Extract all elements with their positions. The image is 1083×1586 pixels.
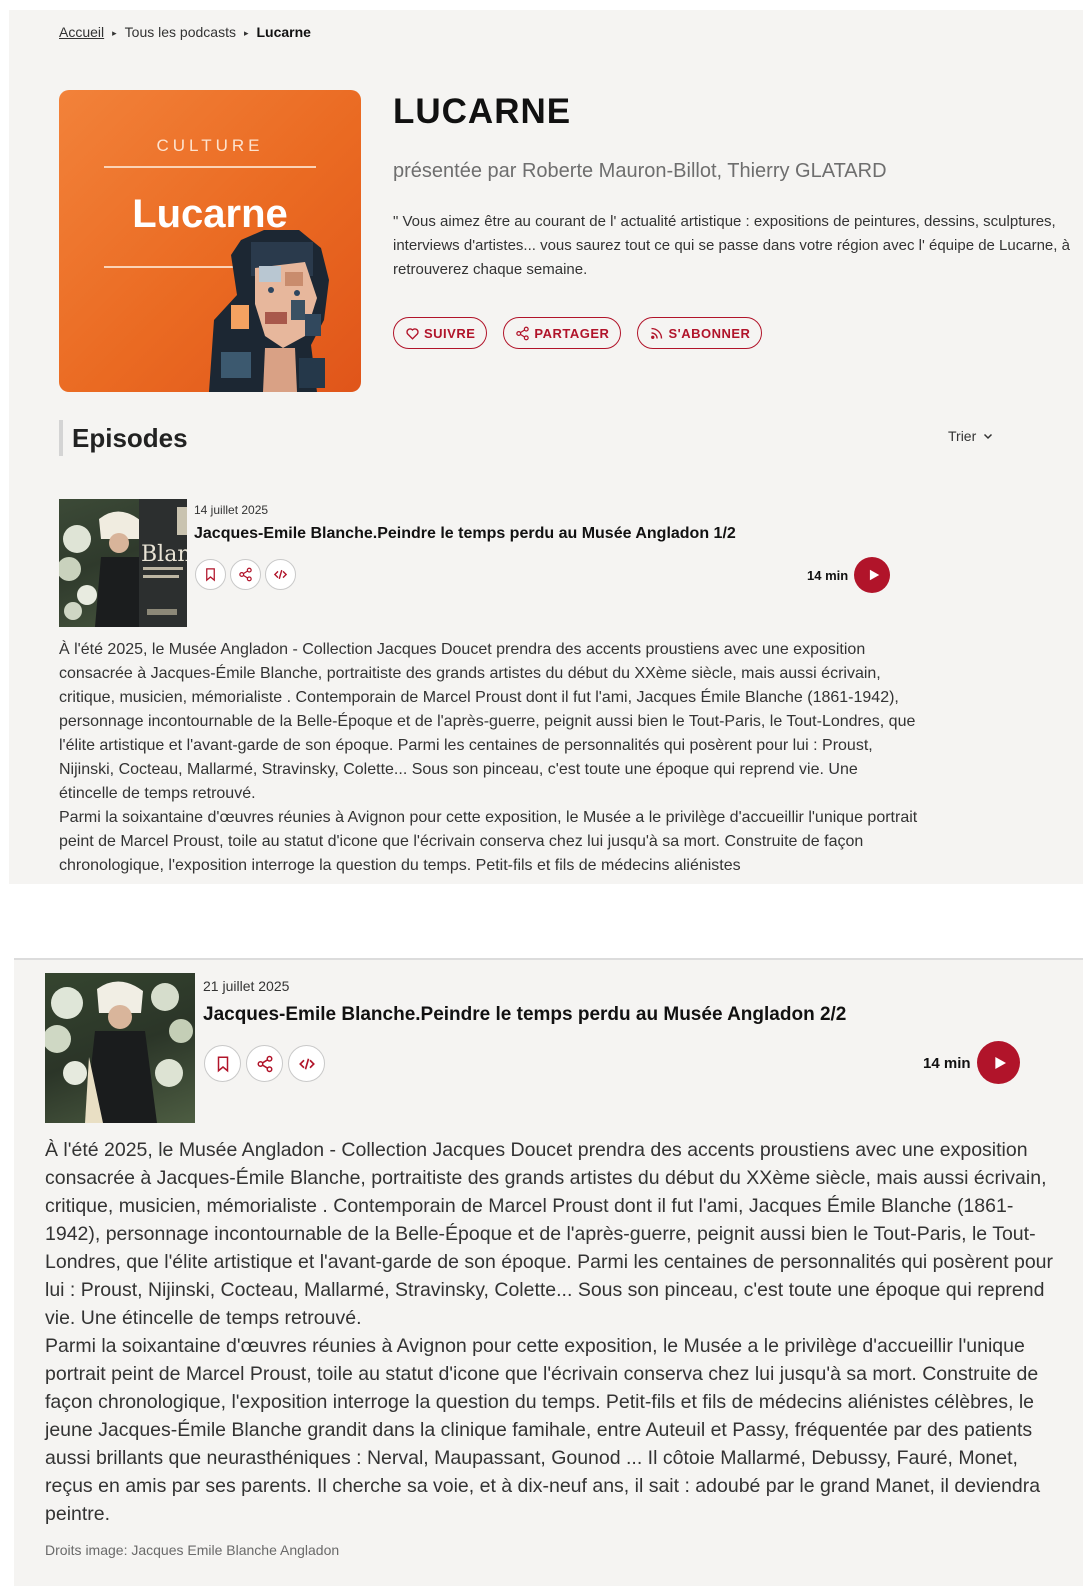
bookmark-icon xyxy=(203,567,218,582)
episode-duration: 14 min xyxy=(923,1055,971,1072)
embed-button[interactable] xyxy=(288,1045,325,1082)
breadcrumb-separator-icon: ▸ xyxy=(243,28,249,38)
follow-button-label: SUIVRE xyxy=(424,325,476,341)
bookmark-icon xyxy=(214,1055,232,1073)
bookmark-button[interactable] xyxy=(204,1045,241,1082)
podcast-title: LUCARNE xyxy=(393,92,572,131)
breadcrumb-current: Lucarne xyxy=(256,24,311,40)
subscribe-button[interactable]: S'ABONNER xyxy=(637,317,763,349)
share-button-label: PARTAGER xyxy=(534,325,610,341)
episode-title[interactable]: Jacques-Emile Blanche.Peindre le temps p… xyxy=(203,1004,846,1026)
podcast-page-episode: 21 juillet 2025 Jacques-Emile Blanche.Pe… xyxy=(14,958,1083,1586)
share-icon xyxy=(238,567,253,582)
episode-actions xyxy=(204,1045,325,1082)
episode-thumbnail[interactable]: Blanch xyxy=(59,499,187,627)
episode-thumbnail[interactable] xyxy=(45,973,195,1123)
podcast-hosts: présentée par Roberte Mauron-Billot, Thi… xyxy=(393,160,887,182)
episode-summary: À l'été 2025, le Musée Angladon - Collec… xyxy=(45,1136,1055,1528)
episodes-heading: Episodes xyxy=(59,420,188,456)
episode-summary-paragraph: Parmi la soixantaine d'œuvres réunies à … xyxy=(45,1335,1041,1525)
sort-label: Trier xyxy=(948,428,977,444)
breadcrumb-separator-icon: ▸ xyxy=(112,28,117,38)
follow-button[interactable]: SUIVRE xyxy=(393,317,488,349)
chevron-down-icon xyxy=(982,430,994,442)
podcast-cover-image: CULTURE Lucarne xyxy=(59,90,361,392)
image-credit: Droits image: Jacques Emile Blanche Angl… xyxy=(45,1542,340,1558)
rss-icon xyxy=(649,326,664,341)
heart-icon xyxy=(405,326,420,341)
episode-duration: 14 min xyxy=(807,568,849,583)
episode-artwork-illustration: Blanch xyxy=(59,499,187,627)
episode-actions xyxy=(195,559,296,590)
breadcrumb-home-link[interactable]: Accueil xyxy=(59,24,104,40)
share-icon xyxy=(256,1055,274,1073)
episode-summary: À l'été 2025, le Musée Angladon - Collec… xyxy=(59,638,919,878)
bookmark-button[interactable] xyxy=(195,559,226,590)
podcast-page-top: Accueil ▸ Tous les podcasts ▸ Lucarne CULTUR… xyxy=(9,10,1083,884)
episode-summary-paragraph: À l'été 2025, le Musée Angladon - Collec… xyxy=(59,641,916,802)
podcast-description: " Vous aimez être au courant de l' actua… xyxy=(393,213,1070,278)
play-icon xyxy=(989,1055,1008,1071)
thumbnail-text: Blanch xyxy=(141,542,187,567)
episode-share-button[interactable] xyxy=(230,559,261,590)
episode-summary-paragraph: À l'été 2025, le Musée Angladon - Collec… xyxy=(45,1139,1054,1329)
episode-date: 14 juillet 2025 xyxy=(194,503,269,517)
play-button[interactable] xyxy=(854,557,890,593)
code-icon xyxy=(273,567,288,582)
podcast-actions: SUIVRE PARTAGER S'ABONNER xyxy=(393,317,763,349)
episode-date: 21 juillet 2025 xyxy=(203,978,290,994)
cover-portrait-illustration xyxy=(209,230,329,392)
breadcrumb-all-podcasts-link[interactable]: Tous les podcasts xyxy=(125,24,236,40)
sort-dropdown[interactable]: Trier xyxy=(948,428,994,444)
play-icon xyxy=(864,568,881,582)
episode-share-button[interactable] xyxy=(246,1045,283,1082)
breadcrumb: Accueil ▸ Tous les podcasts ▸ Lucarne xyxy=(59,24,311,40)
episode-title[interactable]: Jacques-Emile Blanche.Peindre le temps p… xyxy=(194,525,736,543)
episode-artwork-illustration xyxy=(45,981,193,1123)
subscribe-button-label: S'ABONNER xyxy=(668,325,751,341)
play-button[interactable] xyxy=(977,1041,1020,1084)
share-icon xyxy=(515,326,530,341)
code-icon xyxy=(298,1055,316,1073)
share-button[interactable]: PARTAGER xyxy=(503,317,622,349)
episode-summary-paragraph: Parmi la soixantaine d'œuvres réunies à … xyxy=(59,809,918,874)
embed-button[interactable] xyxy=(265,559,296,590)
